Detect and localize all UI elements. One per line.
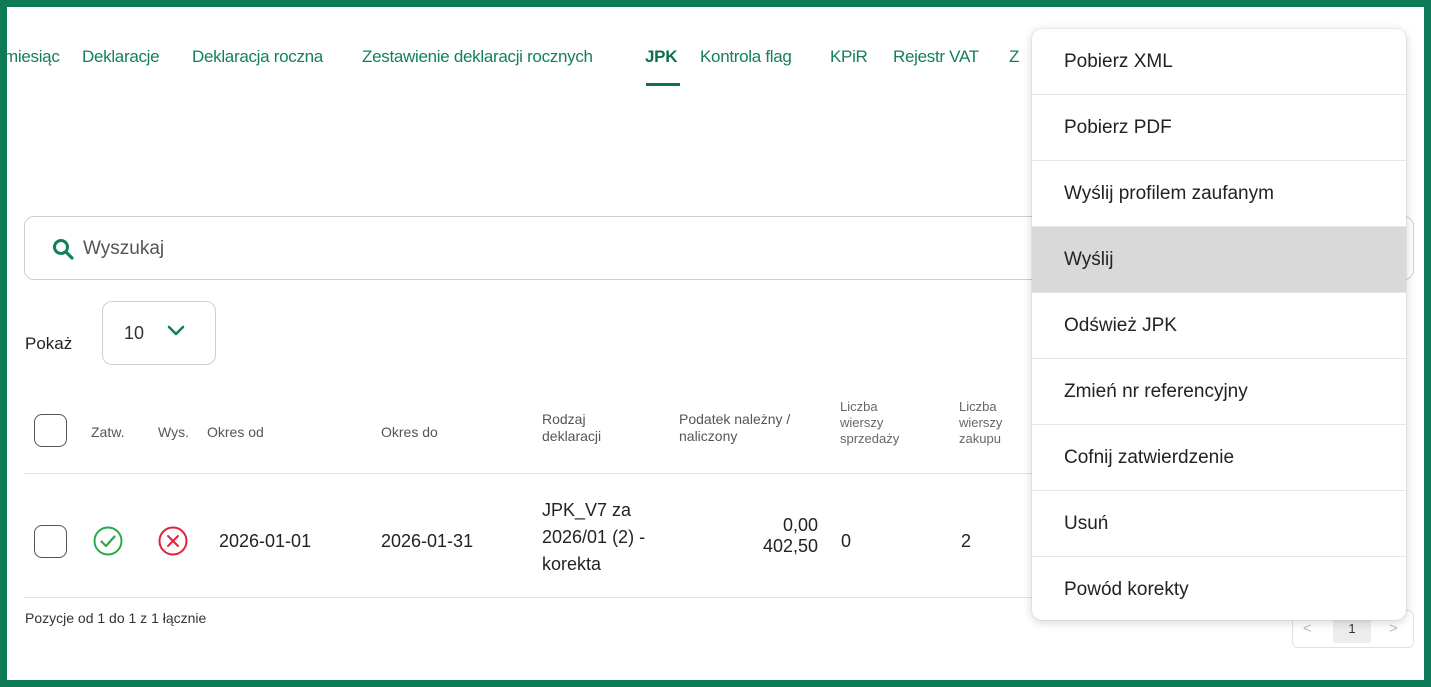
select-all-checkbox[interactable] xyxy=(34,414,67,447)
cell-tax-input: 402,50 xyxy=(762,536,818,556)
header-sales-rows: Liczba wierszy sprzedaży xyxy=(840,399,899,447)
header-sales-rows-line3: sprzedaży xyxy=(840,431,900,446)
menu-item-odswiez-jpk[interactable]: Odśwież JPK xyxy=(1032,293,1406,359)
tab-kontrola-flag[interactable]: Kontrola flag xyxy=(700,47,792,67)
table-row-divider xyxy=(24,597,1034,598)
header-declaration-type: Rodzaj deklaracji xyxy=(542,411,601,445)
header-approved: Zatw. xyxy=(91,424,125,440)
tab-z[interactable]: Z xyxy=(1009,47,1019,67)
pagination-prev-button[interactable]: < xyxy=(1303,620,1312,637)
header-tax-line1: Podatek należny / xyxy=(679,411,791,427)
header-declaration-type-line2: deklaracji xyxy=(542,428,602,444)
tab-miesiac[interactable]: miesiąc xyxy=(7,47,60,67)
cell-tax-due: 0,00 xyxy=(782,515,818,535)
header-declaration-type-line1: Rodzaj xyxy=(542,411,586,427)
row-checkbox[interactable] xyxy=(34,525,67,558)
page-size-select[interactable]: 10 xyxy=(102,301,216,365)
menu-item-pobierz-xml[interactable]: Pobierz XML xyxy=(1032,29,1406,95)
header-purchase-rows-line1: Liczba xyxy=(959,399,997,414)
cell-declaration-type-line2: 2026/01 (2) - xyxy=(542,527,646,547)
active-tab-indicator xyxy=(646,83,680,86)
menu-item-zmien-nr-referencyjny[interactable]: Zmień nr referencyjny xyxy=(1032,359,1406,425)
search-input[interactable] xyxy=(83,234,983,264)
app-frame: miesiąc Deklaracje Deklaracja roczna Zes… xyxy=(0,0,1431,687)
header-sales-rows-line1: Liczba xyxy=(840,399,878,414)
table-header-divider xyxy=(24,473,1034,474)
header-sales-rows-line2: wierszy xyxy=(840,415,884,430)
menu-item-usun[interactable]: Usuń xyxy=(1032,491,1406,557)
cell-declaration-type: JPK_V7 za 2026/01 (2) - korekta xyxy=(542,497,645,578)
cell-period-to: 2026-01-31 xyxy=(381,531,474,551)
header-purchase-rows-line3: zakupu xyxy=(959,431,1001,446)
header-purchase-rows-line2: wierszy xyxy=(959,415,1003,430)
tab-rejestr-vat[interactable]: Rejestr VAT xyxy=(893,47,979,67)
header-sent: Wys. xyxy=(158,424,189,440)
cell-sales-rows: 0 xyxy=(841,531,852,551)
menu-item-pobierz-pdf[interactable]: Pobierz PDF xyxy=(1032,95,1406,161)
menu-item-cofnij-zatwierdzenie[interactable]: Cofnij zatwierdzenie xyxy=(1032,425,1406,491)
pagination-next-button[interactable]: > xyxy=(1389,620,1398,637)
tab-jpk[interactable]: JPK xyxy=(645,47,677,67)
tab-deklaracja-roczna[interactable]: Deklaracja roczna xyxy=(192,47,323,67)
cell-declaration-type-line3: korekta xyxy=(542,554,602,574)
cell-tax: 0,00 402,50 xyxy=(727,515,818,557)
tab-deklaracje[interactable]: Deklaracje xyxy=(82,47,160,67)
chevron-down-icon xyxy=(167,325,185,336)
tab-kpir[interactable]: KPiR xyxy=(830,47,868,67)
header-period-to: Okres do xyxy=(381,424,438,440)
header-purchase-rows: Liczba wierszy zakupu xyxy=(959,399,1002,447)
page-size-value: 10 xyxy=(124,323,145,343)
tab-zestawienie-deklaracji-rocznych[interactable]: Zestawienie deklaracji rocznych xyxy=(362,47,593,67)
row-actions-menu: Pobierz XML Pobierz PDF Wyślij profilem … xyxy=(1032,29,1406,620)
cell-declaration-type-line1: JPK_V7 za xyxy=(542,500,632,520)
menu-item-powod-korekty[interactable]: Powód korekty xyxy=(1032,557,1406,620)
cell-period-from: 2026-01-01 xyxy=(219,531,312,551)
header-period-from: Okres od xyxy=(207,424,264,440)
search-icon xyxy=(53,239,74,260)
page-size-label: Pokaż xyxy=(25,334,73,353)
check-circle-icon xyxy=(93,526,123,556)
menu-item-wyslij[interactable]: Wyślij xyxy=(1032,227,1406,293)
header-tax: Podatek należny / naliczony xyxy=(679,411,790,445)
x-circle-icon xyxy=(158,526,188,556)
header-tax-line2: naliczony xyxy=(679,428,738,444)
pagination-summary: Pozycje od 1 do 1 z 1 łącznie xyxy=(25,610,207,626)
menu-item-wyslij-profilem-zaufanym[interactable]: Wyślij profilem zaufanym xyxy=(1032,161,1406,227)
cell-purchase-rows: 2 xyxy=(961,531,972,551)
